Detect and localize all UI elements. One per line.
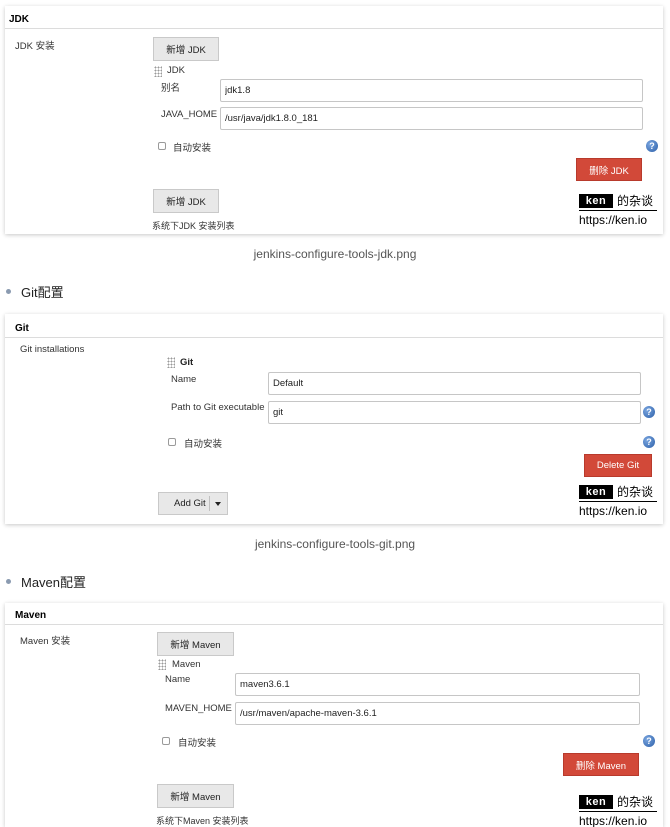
maven-home-label: MAVEN_HOME [165,703,232,714]
bullet-git: Git配置 [6,282,64,301]
maven-auto-install-label: 自动安装 [178,738,217,749]
java-home-label: JAVA_HOME [161,109,218,120]
java-home-input[interactable] [220,107,643,130]
watermark-url: https://ken.io [579,213,648,227]
git-sub-title: Git [180,357,194,368]
git-panel-divider [5,337,663,338]
maven-panel: Maven Maven 安装 新增 Maven Maven Name MAVEN… [5,603,663,827]
git-path-input[interactable] [268,401,641,424]
maven-install-label: Maven 安装 [20,636,71,647]
jdk-install-label: JDK 安装 [15,41,55,52]
watermark-underline [579,811,657,812]
maven-name-input[interactable] [235,673,640,696]
jdk-alias-label: 别名 [161,83,181,94]
bullet-maven-text: Maven配置 [21,575,87,590]
maven-list-description: 系统下Maven 安装列表 [156,816,249,826]
add-git-split-divider [209,496,210,511]
git-installations-label: Git installations [20,344,85,355]
add-maven-button-bottom[interactable]: 新增 Maven [157,784,234,808]
jdk-panel: JDK JDK 安装 新增 JDK JDK 别名 JAVA_HOME 自动安装 … [5,6,663,234]
bullet-maven: Maven配置 [6,572,86,591]
watermark: ken 的杂谈 https://ken.io [579,795,659,827]
jdk-sub-title: JDK [167,65,185,76]
bullet-dot [6,289,11,294]
maven-sub-title: Maven [172,659,201,670]
delete-git-button[interactable]: Delete Git [584,454,652,477]
git-name-input[interactable] [268,372,641,395]
git-path-label: Path to Git executable [171,402,265,413]
add-git-label: Add Git [174,498,206,509]
delete-jdk-button[interactable]: 删除 JDK [576,158,642,181]
add-maven-button[interactable]: 新增 Maven [157,632,234,656]
git-auto-install-label: 自动安装 [184,439,223,450]
maven-name-label: Name [165,674,191,685]
watermark-brand: ken [579,795,613,809]
maven-panel-divider [5,624,663,625]
watermark-brand: ken [579,485,613,499]
jdk-panel-divider [5,28,663,29]
git-panel: Git Git installations Git Name Path to G… [5,314,663,524]
watermark: ken 的杂谈 https://ken.io [579,485,659,523]
help-icon[interactable]: ? [643,735,655,747]
jdk-auto-install-checkbox[interactable] [158,142,166,150]
watermark-brand: ken [579,194,613,208]
drag-handle-icon[interactable] [167,357,175,368]
watermark-suffix: 的杂谈 [617,194,654,208]
watermark: ken 的杂谈 https://ken.io [579,194,659,232]
jdk-auto-install-label: 自动安装 [173,143,212,154]
git-name-label: Name [171,374,197,385]
jdk-panel-title: JDK [9,14,30,25]
jdk-list-description: 系统下JDK 安装列表 [152,221,235,231]
help-icon[interactable]: ? [646,140,658,152]
watermark-url: https://ken.io [579,814,648,827]
caption-git: jenkins-configure-tools-git.png [254,537,416,551]
jdk-alias-input[interactable] [220,79,643,102]
caption-jdk: jenkins-configure-tools-jdk.png [253,247,417,261]
bullet-dot [6,579,11,584]
watermark-underline [579,501,657,502]
help-icon[interactable]: ? [643,436,655,448]
maven-auto-install-checkbox[interactable] [162,737,170,745]
git-panel-title: Git [15,323,29,334]
add-jdk-button[interactable]: 新增 JDK [153,37,219,61]
add-jdk-button-bottom[interactable]: 新增 JDK [153,189,219,213]
watermark-suffix: 的杂谈 [617,795,654,809]
maven-home-input[interactable] [235,702,640,725]
drag-handle-icon[interactable] [158,659,166,670]
maven-panel-title: Maven [15,610,47,621]
watermark-url: https://ken.io [579,504,648,518]
watermark-underline [579,210,657,211]
caret-down-icon[interactable] [215,502,221,506]
drag-handle-icon[interactable] [154,66,162,77]
git-auto-install-checkbox[interactable] [168,438,176,446]
bullet-git-text: Git配置 [21,285,64,300]
help-icon[interactable]: ? [643,406,655,418]
watermark-suffix: 的杂谈 [617,485,654,499]
delete-maven-button[interactable]: 删除 Maven [563,753,639,776]
